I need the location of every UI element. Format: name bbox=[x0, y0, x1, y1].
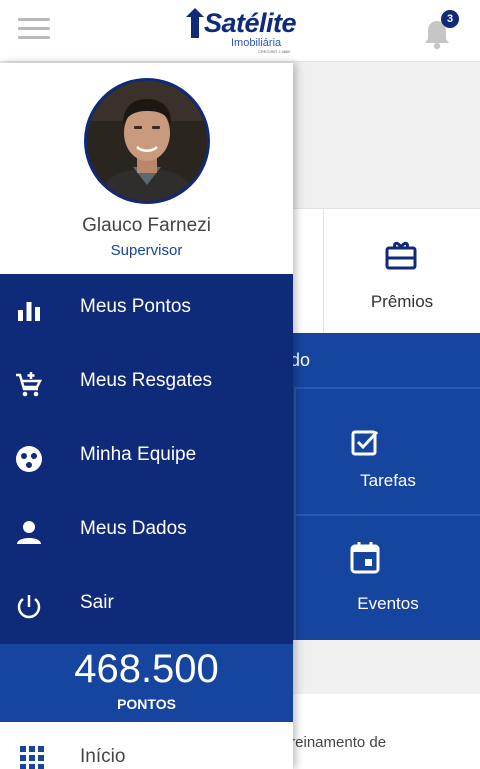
menu-item-minha-equipe[interactable]: Minha Equipe bbox=[0, 422, 293, 496]
navigation-drawer: Glauco Farnezi Supervisor Meus Pontos Me… bbox=[0, 63, 293, 769]
points-value: 468.500 bbox=[74, 647, 219, 691]
inicio-label: Início bbox=[80, 746, 126, 767]
grid-icon bbox=[20, 746, 44, 769]
tarefas-link[interactable]: Tarefas bbox=[296, 471, 480, 491]
menu-item-label: Meus Pontos bbox=[80, 296, 191, 317]
profile-section: Glauco Farnezi Supervisor bbox=[0, 63, 293, 274]
team-icon bbox=[16, 446, 42, 472]
card-divider bbox=[323, 208, 324, 333]
panel-header-fragment: do bbox=[290, 350, 311, 370]
profile-role: Supervisor bbox=[110, 242, 183, 259]
calendar-icon bbox=[350, 542, 380, 574]
power-icon bbox=[17, 595, 41, 619]
gift-card-icon bbox=[385, 241, 417, 270]
app-screen: Satélite Imobiliária CRECI/MT J.4660 3 n… bbox=[0, 0, 480, 769]
logo-mark-icon bbox=[186, 8, 204, 38]
bar-chart-icon bbox=[18, 302, 40, 321]
menu-item-inicio[interactable]: Início bbox=[0, 722, 293, 769]
premios-card-label[interactable]: Prêmios bbox=[324, 292, 480, 312]
menu-item-meus-dados[interactable]: Meus Dados bbox=[0, 496, 293, 570]
logo-registration: CRECI/MT J.4660 bbox=[258, 49, 291, 54]
avatar-photo bbox=[87, 81, 207, 201]
points-summary[interactable]: 468.500 PONTOS bbox=[0, 644, 293, 722]
cart-plus-icon bbox=[16, 372, 43, 397]
panel-divider bbox=[294, 387, 480, 389]
notification-badge: 3 bbox=[441, 10, 459, 28]
eventos-link[interactable]: Eventos bbox=[296, 594, 480, 614]
news-text-line: treinamento de bbox=[286, 734, 387, 751]
news-text: treinamento de . bbox=[286, 733, 386, 769]
avatar[interactable] bbox=[84, 78, 210, 204]
panel-divider bbox=[294, 514, 480, 516]
menu-item-meus-pontos[interactable]: Meus Pontos bbox=[0, 274, 293, 348]
menu-item-label: Meus Dados bbox=[80, 518, 187, 539]
checkbox-icon bbox=[351, 430, 379, 456]
top-bar: Satélite Imobiliária CRECI/MT J.4660 3 bbox=[0, 0, 480, 62]
person-icon bbox=[17, 521, 41, 544]
menu-item-sair[interactable]: Sair bbox=[0, 570, 293, 644]
menu-item-label: Sair bbox=[80, 592, 114, 613]
logo-subtitle: Imobiliária bbox=[231, 37, 282, 49]
drawer-menu: Meus Pontos Meus Resgates Minha Equipe M… bbox=[0, 274, 293, 644]
menu-item-label: Meus Resgates bbox=[80, 370, 213, 391]
logo-name: Satélite bbox=[204, 8, 297, 38]
brand-logo[interactable]: Satélite Imobiliária CRECI/MT J.4660 bbox=[186, 6, 297, 56]
menu-hamburger-icon[interactable] bbox=[18, 18, 50, 40]
profile-name: Glauco Farnezi bbox=[82, 215, 211, 236]
points-label: PONTOS bbox=[117, 696, 176, 712]
menu-item-meus-resgates[interactable]: Meus Resgates bbox=[0, 348, 293, 422]
news-text-line: . bbox=[286, 753, 386, 769]
menu-item-label: Minha Equipe bbox=[80, 444, 197, 465]
